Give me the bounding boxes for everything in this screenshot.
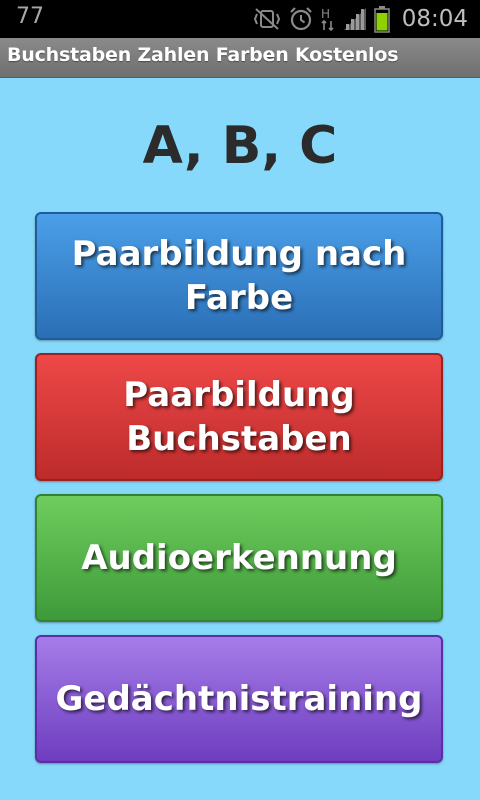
pairing-letters-button[interactable]: Paarbildung Buchstaben bbox=[35, 353, 443, 481]
button-label: Gedächtnistraining bbox=[55, 679, 423, 719]
pairing-by-color-button[interactable]: Paarbildung nach Farbe bbox=[35, 212, 443, 340]
signal-icon bbox=[342, 6, 368, 32]
page-heading: A, B, C bbox=[142, 116, 338, 176]
vibrate-silent-icon bbox=[252, 6, 282, 32]
app-title: Buchstaben Zahlen Farben Kostenlos bbox=[7, 44, 399, 66]
clock: 08:04 bbox=[401, 6, 468, 32]
status-bar: 77 H 08:04 bbox=[0, 0, 480, 38]
button-label: Audioerkennung bbox=[81, 538, 397, 578]
alarm-icon bbox=[288, 6, 314, 32]
audio-recognition-button[interactable]: Audioerkennung bbox=[35, 494, 443, 622]
status-icons: H 08:04 bbox=[252, 3, 468, 35]
title-bar: Buchstaben Zahlen Farben Kostenlos bbox=[0, 38, 480, 78]
button-label: Paarbildung Buchstaben bbox=[123, 375, 355, 459]
memory-training-button[interactable]: Gedächtnistraining bbox=[35, 635, 443, 763]
notification-count: 77 bbox=[16, 4, 44, 29]
screen: 77 H 08:04 Buchstaben Zahlen Farben Kost… bbox=[0, 0, 480, 800]
button-label: Paarbildung nach Farbe bbox=[71, 234, 407, 318]
battery-icon bbox=[373, 5, 390, 33]
network-h-icon: H bbox=[320, 6, 336, 32]
network-label: H bbox=[321, 7, 330, 21]
